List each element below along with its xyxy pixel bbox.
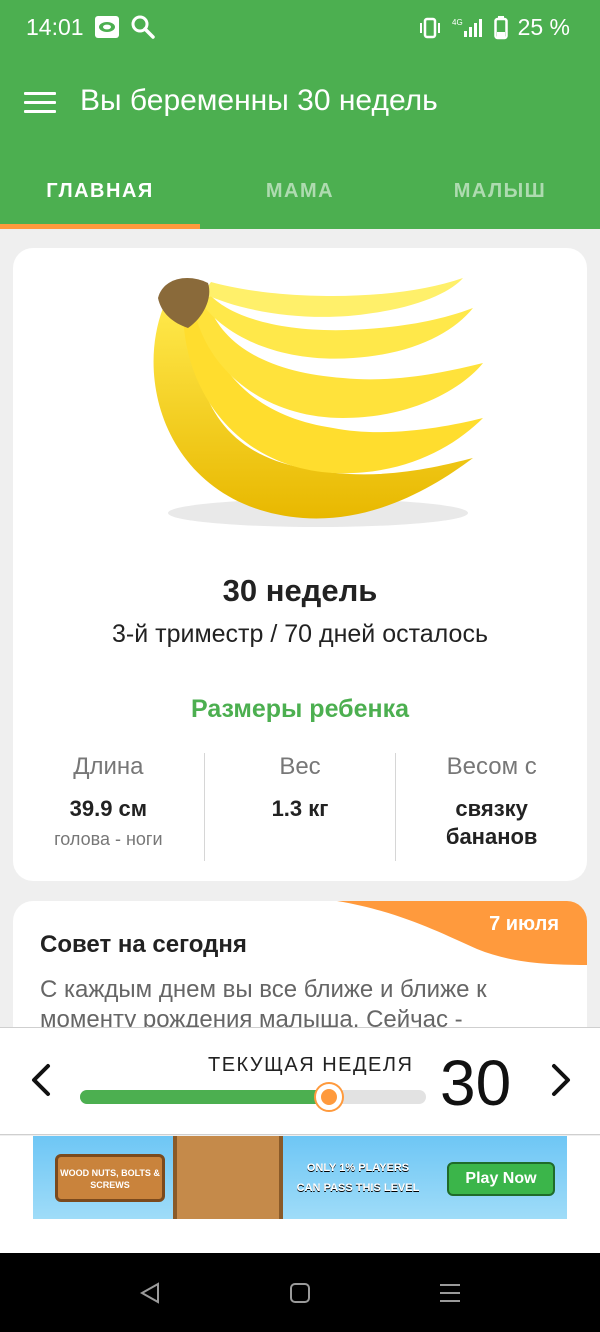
week-title: 30 недель [222,573,378,608]
week-selector: ТЕКУЩАЯ НЕДЕЛЯ 30 [0,1027,600,1135]
week-summary-card: 30 недель 3-й триместр / 70 дней осталос… [13,248,587,881]
app-bar: Вы беременны 30 недель [0,56,600,152]
home-icon[interactable] [288,1281,312,1305]
recents-icon[interactable] [438,1281,462,1305]
current-week-label: ТЕКУЩАЯ НЕДЕЛЯ [208,1054,414,1076]
vibrate-icon [419,17,440,38]
banana-image [153,278,483,527]
week-slider[interactable] [80,1084,426,1110]
metric-sub: голова - ноги [54,829,163,849]
baby-sizes-title: Размеры ребенка [190,695,410,723]
system-nav-bar [0,1253,600,1332]
tip-text: С каждым днем вы все ближе и ближе к мом… [40,976,487,1033]
week-slider-thumb[interactable] [316,1084,343,1110]
week-slider-fill [80,1090,330,1104]
tab-mom[interactable]: МАМА [200,152,400,229]
metric-label: Весом с [446,753,537,780]
search-icon [131,15,155,39]
metric-label: Вес [279,753,321,780]
metric-value: 39.9 см [69,796,148,821]
tab-main[interactable]: ГЛАВНАЯ [0,152,200,229]
ad-banner[interactable]: WOOD NUTS, BOLTS & SCREWS ONLY 1% PLAYER… [33,1136,567,1219]
status-left-icons [94,14,156,40]
ad-area: WOOD NUTS, BOLTS & SCREWS ONLY 1% PLAYER… [0,1136,600,1253]
metric-value: связку бананов [445,796,538,849]
metric-label: Длина [73,753,144,780]
status-right: 4G 25 % [418,14,570,41]
page-title: Вы беременны 30 недель [80,84,438,117]
menu-icon[interactable] [24,92,56,116]
status-time: 14:01 [26,14,84,40]
tip-title: Совет на сегодня [40,931,247,958]
metric-length: Длина 39.9 см голова - ноги [13,753,204,861]
back-icon[interactable] [138,1281,162,1305]
metric-comparison: Весом с связку бананов [395,753,587,861]
app-notification-icon [95,16,119,38]
ad-game-board [173,1136,283,1219]
battery-icon [493,15,508,39]
metric-value: 1.3 кг [271,796,329,821]
status-bar: 14:01 4G 25 % [0,0,600,56]
signal-icon: 4G [452,18,482,37]
tab-bar: ГЛАВНАЯ МАМА МАЛЫШ [0,152,600,229]
ad-text: ONLY 1% PLAYERS CAN PASS THIS LEVEL [288,1158,428,1198]
tab-baby[interactable]: МАЛЫШ [400,152,600,229]
next-week-button[interactable] [540,1058,580,1102]
trimester-text: 3-й триместр / 70 дней осталось [112,620,488,648]
ad-text-line1: ONLY 1% PLAYERS [306,1162,410,1174]
previous-week-button[interactable] [22,1058,62,1102]
battery-percent: 25 % [517,14,570,40]
ad-text-line2: CAN PASS THIS LEVEL [296,1182,420,1194]
current-week-number: 30 [440,1047,512,1119]
ad-play-button[interactable]: Play Now [447,1162,555,1196]
network-type-label: 4G [452,18,463,27]
tip-date: 7 июля [489,913,559,935]
metric-weight: Вес 1.3 кг [203,753,396,861]
baby-metrics: Длина 39.9 см голова - ноги Вес 1.3 кг В… [13,753,587,861]
ad-game-logo: WOOD NUTS, BOLTS & SCREWS [55,1154,165,1202]
